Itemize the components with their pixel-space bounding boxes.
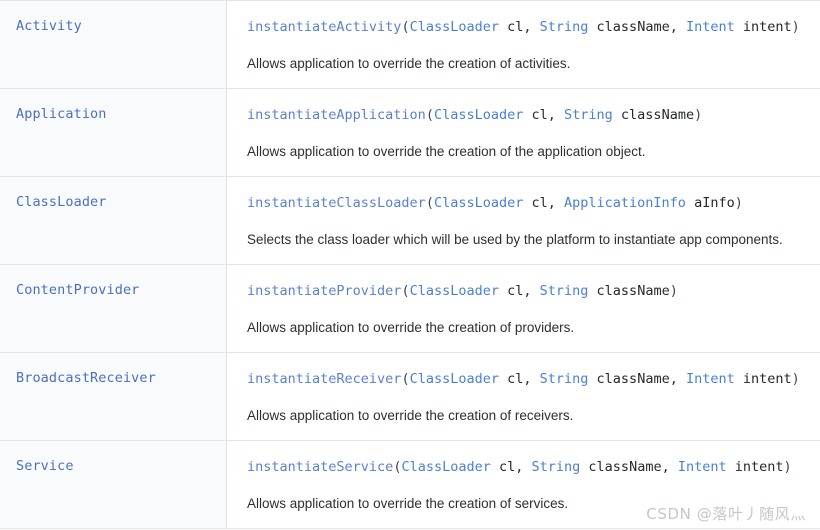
param-type-token: String xyxy=(539,19,589,35)
method-name-token: instantiateService xyxy=(247,459,394,475)
table-row: ContentProvider instantiateProvider(Class… xyxy=(0,264,820,353)
method-description: Allows application to override the creat… xyxy=(247,56,571,71)
table-row: BroadcastReceiver instantiateReceiver(Cla… xyxy=(0,352,820,441)
method-detail-cell: instantiateActivity(ClassLoader cl, Stri… xyxy=(226,0,820,89)
param-separator-token: , xyxy=(523,283,540,299)
class-name-cell: ContentProvider xyxy=(0,264,227,353)
close-paren-token: ) xyxy=(694,107,703,123)
open-paren-token: ( xyxy=(401,283,410,299)
param-separator-token: , xyxy=(661,459,678,475)
param-type-token: String xyxy=(539,283,589,299)
method-name-token: instantiateProvider xyxy=(247,283,402,299)
method-signature[interactable]: instantiateReceiver(ClassLoader cl, Stri… xyxy=(247,369,820,389)
class-name-link[interactable]: ContentProvider xyxy=(16,282,139,298)
close-paren-token: ) xyxy=(791,19,800,35)
class-name-link[interactable]: Application xyxy=(16,106,107,122)
param-type-token: ClassLoader xyxy=(401,459,491,475)
class-name-cell: Application xyxy=(0,88,227,177)
csdn-watermark: CSDN @落叶丿随风灬 xyxy=(646,505,806,523)
method-name-token: instantiateApplication xyxy=(247,107,426,123)
param-name-token: intent xyxy=(734,371,792,387)
param-type-token: String xyxy=(564,107,613,123)
method-detail-cell: instantiateClassLoader(ClassLoader cl, A… xyxy=(226,176,820,265)
param-name-token: cl xyxy=(490,459,516,475)
api-reference-table: Activity instantiateActivity(ClassLoader … xyxy=(0,0,820,529)
param-name-token: cl xyxy=(498,283,524,299)
param-type-token: ClassLoader xyxy=(433,195,524,211)
param-name-token: className xyxy=(580,459,662,475)
param-name-token: className xyxy=(588,283,670,299)
class-name-link[interactable]: BroadcastReceiver xyxy=(16,370,156,386)
param-type-token: Intent xyxy=(677,459,727,475)
param-type-token: Intent xyxy=(685,19,735,35)
method-description: Selects the class loader which will be u… xyxy=(247,232,783,247)
method-signature[interactable]: instantiateActivity(ClassLoader cl, Stri… xyxy=(247,17,820,37)
open-paren-token: ( xyxy=(401,19,410,35)
param-type-token: String xyxy=(539,371,589,387)
param-name-token: className xyxy=(588,19,670,35)
param-name-token: cl xyxy=(523,195,548,211)
close-paren-token: ) xyxy=(669,283,678,299)
param-type-token: ClassLoader xyxy=(409,283,499,299)
method-detail-cell: instantiateProvider(ClassLoader cl, Stri… xyxy=(226,264,820,353)
close-paren-token: ) xyxy=(791,371,800,387)
api-table-body: Activity instantiateActivity(ClassLoader … xyxy=(0,0,820,529)
class-name-cell: Service xyxy=(0,440,227,529)
param-separator-token: , xyxy=(669,19,686,35)
param-name-token: cl xyxy=(498,371,524,387)
param-name-token: cl xyxy=(523,107,548,123)
param-type-token: ClassLoader xyxy=(409,19,499,35)
param-type-token: ApplicationInfo xyxy=(564,195,686,211)
method-signature[interactable]: instantiateApplication(ClassLoader cl, S… xyxy=(247,105,820,125)
open-paren-token: ( xyxy=(425,195,434,211)
method-signature[interactable]: instantiateService(ClassLoader cl, Strin… xyxy=(247,457,820,477)
param-name-token: className xyxy=(612,107,695,123)
table-row: ClassLoader instantiateClassLoader(ClassL… xyxy=(0,176,820,265)
param-type-token: Intent xyxy=(685,371,735,387)
param-type-token: ClassLoader xyxy=(433,107,524,123)
param-separator-token: , xyxy=(669,371,686,387)
param-type-token: String xyxy=(531,459,581,475)
close-paren-token: ) xyxy=(783,459,792,475)
class-name-cell: Activity xyxy=(0,0,227,89)
param-name-token: className xyxy=(588,371,670,387)
param-type-token: ClassLoader xyxy=(409,371,499,387)
param-separator-token: , xyxy=(523,19,540,35)
param-separator-token: , xyxy=(523,371,540,387)
method-name-token: instantiateActivity xyxy=(247,19,402,35)
param-separator-token: , xyxy=(515,459,532,475)
table-row: Application instantiateApplication(ClassL… xyxy=(0,88,820,177)
class-name-cell: ClassLoader xyxy=(0,176,227,265)
param-separator-token: , xyxy=(547,107,565,123)
class-name-link[interactable]: Activity xyxy=(16,18,82,34)
method-name-token: instantiateClassLoader xyxy=(247,195,426,211)
method-signature[interactable]: instantiateProvider(ClassLoader cl, Stri… xyxy=(247,281,820,301)
method-description: Allows application to override the creat… xyxy=(247,320,575,335)
method-detail-cell: instantiateApplication(ClassLoader cl, S… xyxy=(226,88,820,177)
open-paren-token: ( xyxy=(401,371,410,387)
param-separator-token: , xyxy=(547,195,565,211)
param-name-token: aInfo xyxy=(685,195,735,211)
method-description: Allows application to override the creat… xyxy=(247,408,574,423)
class-name-link[interactable]: Service xyxy=(16,458,74,474)
class-name-link[interactable]: ClassLoader xyxy=(16,194,107,210)
param-name-token: cl xyxy=(498,19,524,35)
param-name-token: intent xyxy=(726,459,784,475)
method-description: Allows application to override the creat… xyxy=(247,144,646,159)
close-paren-token: ) xyxy=(734,195,743,211)
table-row: Activity instantiateActivity(ClassLoader … xyxy=(0,0,820,89)
method-signature[interactable]: instantiateClassLoader(ClassLoader cl, A… xyxy=(247,193,820,213)
method-name-token: instantiateReceiver xyxy=(247,371,402,387)
open-paren-token: ( xyxy=(425,107,434,123)
method-detail-cell: instantiateReceiver(ClassLoader cl, Stri… xyxy=(226,352,820,441)
class-name-cell: BroadcastReceiver xyxy=(0,352,227,441)
param-name-token: intent xyxy=(734,19,792,35)
